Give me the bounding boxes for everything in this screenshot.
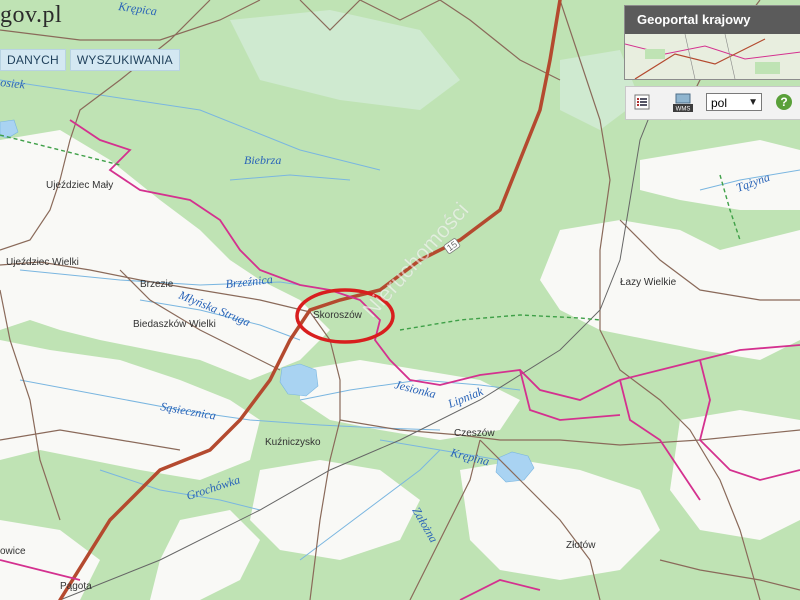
tab-search[interactable]: WYSZUKIWANIA [69,49,180,71]
town-label: Łazy Wielkie [620,277,677,288]
help-button[interactable]: ? [776,94,792,110]
chevron-down-icon: ▼ [748,97,758,108]
river-label: Biebrza [244,153,281,167]
town-label: Brzezie [140,279,174,290]
tab-data[interactable]: DANYCH [0,49,66,71]
town-label: Skoroszów [313,310,363,321]
river-label: osiek [0,75,26,92]
overview-map[interactable]: Geoportal krajowy [624,5,800,80]
language-value: pol [711,96,728,110]
language-select[interactable]: pol ▼ [706,93,762,111]
town-label: Złotów [566,540,596,551]
town-label: Kuźniczysko [265,437,321,448]
town-label: Czeszów [454,428,495,439]
top-tabs: DANYCH WYSZUKIWANIA [0,49,180,71]
town-label: Ujeździec Wielki [6,257,79,268]
wms-icon[interactable]: WMS [672,93,694,113]
town-label: Ujeździec Mały [46,180,113,191]
town-label: Pągota [60,581,92,592]
overview-title: Geoportal krajowy [625,6,800,34]
site-logo[interactable]: gov.pl [0,2,62,29]
town-label: Biedaszków Wielki [133,319,216,330]
overview-thumbnail [625,34,800,79]
svg-text:WMS: WMS [676,107,691,113]
town-label: owice [0,546,26,557]
list-icon[interactable] [634,94,650,110]
map-toolbar: WMS pol ▼ ? [625,86,800,120]
